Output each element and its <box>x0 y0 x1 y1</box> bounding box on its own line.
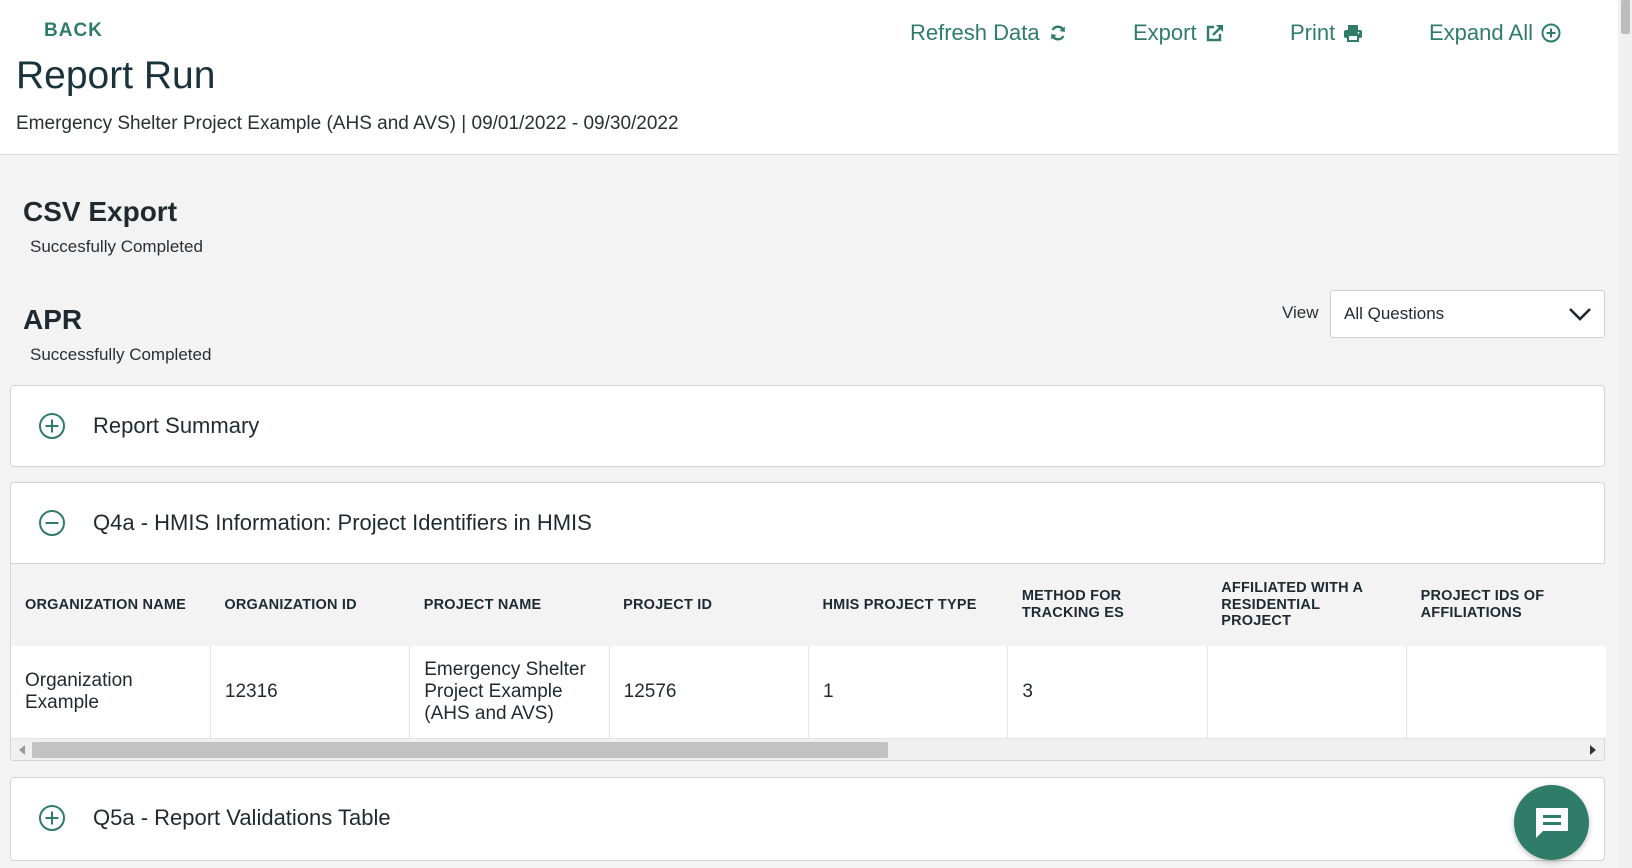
plus-circle-icon[interactable] <box>38 412 66 440</box>
table-cell <box>1406 646 1606 738</box>
column-header: METHOD FOR TRACKING ES <box>1007 564 1208 646</box>
table-cell: 12576 <box>609 646 810 738</box>
print-button[interactable]: Print <box>1290 20 1363 46</box>
vertical-scrollbar[interactable] <box>1619 0 1632 868</box>
export-button[interactable]: Export <box>1133 20 1225 46</box>
plus-circle-icon <box>1541 23 1561 43</box>
table-cell: 12316 <box>210 646 411 738</box>
apr-title: APR <box>23 304 83 335</box>
q4a-title: Q4a - HMIS Information: Project Identifi… <box>93 510 592 535</box>
view-select-value: All Questions <box>1344 304 1445 323</box>
refresh-icon <box>1050 25 1065 41</box>
csv-export-title: CSV Export <box>23 196 178 227</box>
scroll-right-arrow-icon[interactable] <box>1590 745 1596 755</box>
report-summary-title: Report Summary <box>93 413 260 438</box>
report-summary-panel: Report Summary <box>10 385 1605 467</box>
view-label: View <box>1282 303 1319 322</box>
q4a-header[interactable]: Q4a - HMIS Information: Project Identifi… <box>11 483 1604 563</box>
export-icon <box>1206 25 1223 42</box>
plus-circle-icon[interactable] <box>38 804 66 832</box>
print-icon <box>1344 25 1363 42</box>
minus-circle-icon[interactable] <box>38 509 66 537</box>
q4a-table-wrapper: ORGANIZATION NAME ORGANIZATION ID PROJEC… <box>11 563 1606 760</box>
table-row: Organization Example 12316 Emergency She… <box>11 646 1606 738</box>
horizontal-scrollbar[interactable] <box>11 738 1604 760</box>
apr-status: Successfully Completed <box>30 345 212 364</box>
q5a-panel: Q5a - Report Validations Table <box>10 777 1605 861</box>
column-header: PROJECT ID <box>609 564 809 646</box>
refresh-data-label: Refresh Data <box>910 20 1040 45</box>
column-header: PROJECT NAME <box>409 564 610 646</box>
print-label: Print <box>1290 20 1336 45</box>
refresh-data-button[interactable]: Refresh Data <box>910 20 1068 46</box>
table-cell <box>1207 646 1408 738</box>
table-cell: 3 <box>1007 646 1208 738</box>
csv-export-status: Succesfully Completed <box>30 237 203 256</box>
column-header: PROJECT IDS OF AFFILIATIONS <box>1406 564 1606 646</box>
column-header: ORGANIZATION ID <box>210 564 410 646</box>
page-subtitle: Emergency Shelter Project Example (AHS a… <box>16 113 679 134</box>
expand-all-label: Expand All <box>1429 20 1533 45</box>
view-select[interactable]: All Questions <box>1330 290 1605 338</box>
chat-button[interactable] <box>1514 785 1589 860</box>
chevron-down-icon <box>1569 308 1591 321</box>
toolbar: Refresh Data Export Print Expand All <box>0 20 1618 50</box>
column-header: AFFILIATED WITH A RESIDENTIAL PROJECT <box>1207 564 1407 646</box>
column-header: ORGANIZATION NAME <box>11 564 211 646</box>
table-cell: Organization Example <box>11 646 211 738</box>
report-header: BACK Report Run Emergency Shelter Projec… <box>0 0 1618 155</box>
q4a-table: ORGANIZATION NAME ORGANIZATION ID PROJEC… <box>11 564 1606 738</box>
scroll-left-arrow-icon[interactable] <box>19 745 25 755</box>
table-header-row: ORGANIZATION NAME ORGANIZATION ID PROJEC… <box>11 564 1606 646</box>
q5a-header[interactable]: Q5a - Report Validations Table <box>11 778 1604 858</box>
table-cell: Emergency Shelter Project Example (AHS a… <box>409 646 610 738</box>
q5a-title: Q5a - Report Validations Table <box>93 805 391 830</box>
chat-icon <box>1535 807 1568 838</box>
page-title: Report Run <box>16 54 216 97</box>
report-summary-header[interactable]: Report Summary <box>11 386 1604 466</box>
vertical-scrollbar-thumb[interactable] <box>1621 0 1630 34</box>
export-label: Export <box>1133 20 1197 45</box>
table-cell: 1 <box>808 646 1009 738</box>
expand-all-button[interactable]: Expand All <box>1429 20 1561 46</box>
horizontal-scrollbar-thumb[interactable] <box>32 742 888 758</box>
q4a-panel: Q4a - HMIS Information: Project Identifi… <box>10 482 1606 761</box>
column-header: HMIS PROJECT TYPE <box>808 564 1008 646</box>
